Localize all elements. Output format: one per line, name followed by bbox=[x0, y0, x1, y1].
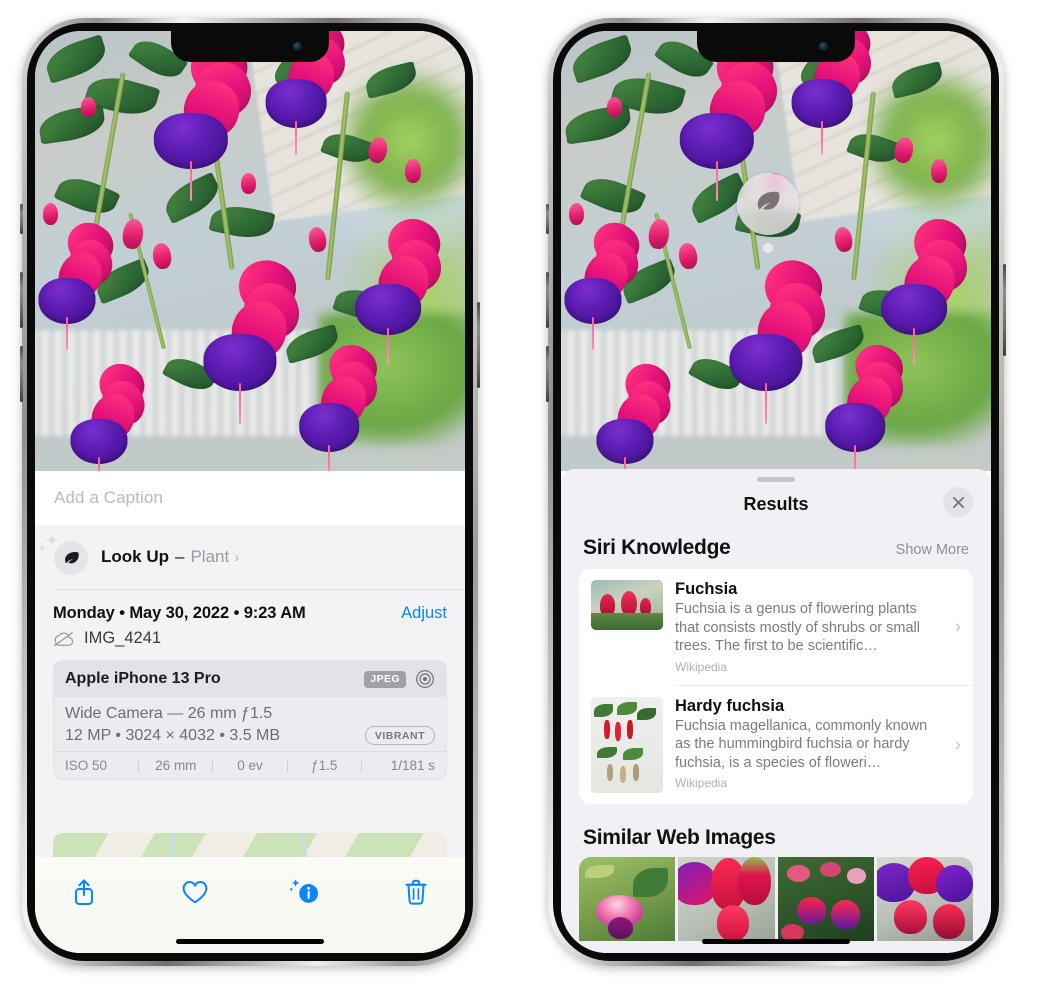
photographic-style-badge: VIBRANT bbox=[364, 726, 435, 745]
silent-switch-right[interactable] bbox=[546, 204, 549, 234]
siri-knowledge-card: Fuchsia Fuchsia is a genus of flowering … bbox=[579, 569, 973, 804]
list-item[interactable]: Hardy fuchsia Fuchsia magellanica, commo… bbox=[579, 686, 973, 804]
web-image-2[interactable] bbox=[678, 856, 775, 941]
look-up-row[interactable]: ✦ ✦ Look Up – Plant › bbox=[35, 525, 465, 589]
notch-right bbox=[697, 31, 855, 62]
photo-date-row: Monday • May 30, 2022 • 9:23 AM Adjust bbox=[35, 590, 465, 627]
result-description: Fuchsia is a genus of flowering plants t… bbox=[675, 601, 920, 655]
look-up-label: Look Up bbox=[101, 547, 169, 566]
siri-knowledge-header: Siri Knowledge Show More bbox=[561, 526, 991, 569]
result-title: Fuchsia bbox=[675, 580, 738, 598]
volume-down-left[interactable] bbox=[20, 346, 23, 402]
aperture-icon bbox=[415, 669, 435, 689]
exif-exposure: 0 ev bbox=[237, 758, 263, 773]
badge-pointer-dot bbox=[763, 243, 773, 253]
home-indicator-left[interactable] bbox=[176, 939, 324, 944]
chevron-right-icon: › bbox=[955, 616, 961, 637]
result-thumbnail-fuchsia bbox=[591, 580, 663, 630]
visual-lookup-badge[interactable] bbox=[737, 173, 799, 253]
volume-up-right[interactable] bbox=[546, 272, 549, 328]
screen-right: Results Siri Knowledge Show More Fuchsia… bbox=[561, 31, 991, 953]
front-camera-icon bbox=[293, 42, 302, 51]
iphone-right-visual-lookup: Results Siri Knowledge Show More Fuchsia… bbox=[546, 18, 1006, 966]
format-badge: JPEG bbox=[364, 670, 406, 688]
caption-placeholder: Add a Caption bbox=[54, 488, 164, 507]
exif-aperture: ƒ1.5 bbox=[311, 758, 338, 773]
result-text-fuchsia: Fuchsia Fuchsia is a genus of flowering … bbox=[663, 580, 961, 674]
adjust-button[interactable]: Adjust bbox=[401, 604, 447, 623]
iphone-left-photo-info: Add a Caption ✦ ✦ Look Up – Plant › Mond… bbox=[20, 18, 480, 966]
results-sheet: Results Siri Knowledge Show More Fuchsia… bbox=[561, 469, 991, 953]
exif-device-name: Apple iPhone 13 Pro bbox=[65, 670, 221, 687]
photo-toolbar bbox=[35, 857, 465, 953]
home-indicator-right[interactable] bbox=[702, 939, 850, 944]
result-text-hardy-fuchsia: Hardy fuchsia Fuchsia magellanica, commo… bbox=[663, 697, 961, 791]
photo-viewer-left[interactable] bbox=[35, 31, 465, 471]
volume-up-left[interactable] bbox=[20, 272, 23, 328]
section-title-similar-web-images: Similar Web Images bbox=[583, 825, 776, 849]
screenshot-stage: Add a Caption ✦ ✦ Look Up – Plant › Mond… bbox=[0, 0, 1055, 985]
leaf-icon bbox=[54, 541, 88, 575]
result-source: Wikipedia bbox=[675, 659, 728, 674]
look-up-separator: – bbox=[175, 547, 185, 566]
result-description: Fuchsia magellanica, commonly known as t… bbox=[675, 717, 928, 771]
exif-size-row: 12 MP • 3024 × 4032 • 3.5 MB VIBRANT bbox=[65, 726, 435, 745]
chevron-right-icon: › bbox=[955, 734, 961, 755]
similar-web-images-header: Similar Web Images bbox=[561, 804, 991, 857]
favorite-button[interactable] bbox=[172, 871, 218, 913]
exif-size: 12 MP • 3024 × 4032 • 3.5 MB bbox=[65, 726, 281, 744]
result-title: Hardy fuchsia bbox=[675, 696, 785, 715]
photo-info-panel: ✦ ✦ Look Up – Plant › Monday • May 30, 2… bbox=[35, 525, 465, 953]
exif-body: Wide Camera — 26 mm ƒ1.5 12 MP • 3024 × … bbox=[54, 697, 446, 751]
web-image-4[interactable] bbox=[876, 856, 973, 941]
look-up-icon-wrap: ✦ ✦ bbox=[38, 532, 88, 575]
photo-date: Monday • May 30, 2022 • 9:23 AM bbox=[53, 604, 306, 622]
result-source: Wikipedia bbox=[675, 776, 728, 791]
sparkle-icon-small: ✦ bbox=[38, 544, 47, 555]
exif-card[interactable]: Apple iPhone 13 Pro JPEG Wide Camera — 2… bbox=[53, 660, 447, 780]
photo-filename-row: IMG_4241 bbox=[35, 627, 465, 660]
exif-iso: ISO 50 bbox=[65, 758, 108, 773]
volume-down-right[interactable] bbox=[546, 346, 549, 402]
info-button[interactable] bbox=[282, 871, 328, 913]
close-button[interactable] bbox=[943, 487, 973, 517]
web-image-3[interactable] bbox=[777, 856, 874, 941]
screen-left: Add a Caption ✦ ✦ Look Up – Plant › Mond… bbox=[35, 31, 465, 953]
share-button[interactable] bbox=[61, 871, 107, 913]
section-title-siri-knowledge: Siri Knowledge bbox=[583, 536, 731, 559]
exif-shutter: 1/181 s bbox=[390, 758, 436, 773]
icloud-slash-icon bbox=[53, 631, 75, 647]
list-item[interactable]: Fuchsia Fuchsia is a genus of flowering … bbox=[579, 569, 973, 685]
exif-stats-row: ISO 50 26 mm 0 ev ƒ1.5 1/181 s bbox=[54, 751, 446, 779]
power-button-left[interactable] bbox=[477, 302, 480, 388]
similar-web-images-grid bbox=[579, 856, 973, 941]
leaf-icon bbox=[753, 187, 783, 222]
power-button-right[interactable] bbox=[1003, 264, 1006, 356]
web-image-1[interactable] bbox=[579, 856, 676, 941]
delete-button[interactable] bbox=[393, 871, 439, 913]
caption-field[interactable]: Add a Caption bbox=[35, 471, 465, 525]
photo-viewer-right[interactable] bbox=[561, 31, 991, 471]
notch-left bbox=[171, 31, 329, 62]
silent-switch-left[interactable] bbox=[20, 204, 23, 234]
show-more-button[interactable]: Show More bbox=[896, 542, 969, 558]
exif-lens: Wide Camera — 26 mm ƒ1.5 bbox=[65, 705, 273, 722]
exif-header: Apple iPhone 13 Pro JPEG bbox=[54, 661, 446, 697]
photo-filename: IMG_4241 bbox=[84, 629, 162, 647]
exif-header-badges: JPEG bbox=[364, 669, 435, 689]
result-thumbnail-hardy-fuchsia bbox=[591, 696, 663, 793]
look-up-subject: Plant bbox=[190, 547, 230, 566]
chevron-right-icon: › bbox=[234, 548, 240, 566]
front-camera-icon-right bbox=[819, 42, 828, 51]
results-header: Results bbox=[561, 482, 991, 526]
results-title: Results bbox=[743, 493, 809, 514]
exif-focal: 26 mm bbox=[155, 758, 197, 773]
